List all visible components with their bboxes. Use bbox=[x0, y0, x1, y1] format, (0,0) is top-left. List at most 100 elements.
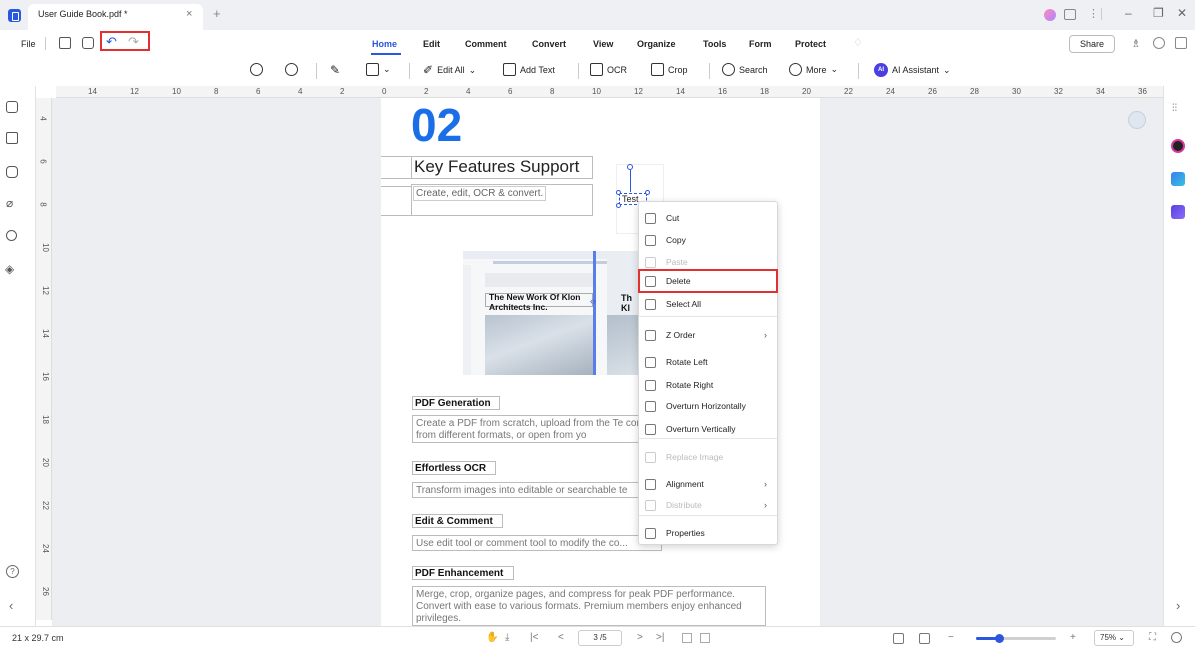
section-title[interactable]: Effortless OCR bbox=[415, 463, 486, 474]
save-icon[interactable] bbox=[59, 37, 71, 49]
new-tab-button[interactable]: + bbox=[213, 6, 221, 21]
tab-convert[interactable]: Convert bbox=[532, 39, 566, 49]
fullscreen-icon[interactable]: ⛶ bbox=[1149, 632, 1156, 643]
select-tool-icon[interactable]: ⤓ bbox=[505, 632, 509, 643]
tab-home[interactable]: Home bbox=[372, 39, 397, 49]
section-body-box[interactable]: Create a PDF from scratch, upload from t… bbox=[412, 415, 642, 443]
more-options-icon[interactable]: ⋮ bbox=[1088, 7, 1099, 20]
thumbnail-panel-icon[interactable] bbox=[6, 101, 18, 113]
print-icon[interactable] bbox=[82, 37, 94, 49]
single-page-icon[interactable] bbox=[682, 633, 692, 643]
last-page-button[interactable]: >| bbox=[656, 632, 664, 643]
zoom-in-small-button[interactable]: + bbox=[1070, 632, 1076, 643]
crop-button[interactable]: Crop bbox=[651, 63, 688, 76]
close-button[interactable]: ✕ bbox=[1177, 6, 1187, 20]
add-text-button[interactable]: Add Text bbox=[503, 63, 555, 76]
selected-text[interactable]: Test bbox=[622, 194, 639, 204]
fit-page-icon[interactable] bbox=[919, 633, 930, 644]
ocr-button[interactable]: OCR bbox=[590, 63, 627, 76]
user-share-icon[interactable]: ♗ bbox=[1131, 37, 1141, 50]
prev-page-button[interactable]: < bbox=[558, 632, 564, 643]
context-menu-label: Select All bbox=[666, 299, 701, 309]
floating-convert-icon[interactable] bbox=[1128, 111, 1146, 129]
bookmark-icon[interactable] bbox=[6, 132, 18, 144]
context-menu-item-overturn-horizontally[interactable]: Overturn Horizontally bbox=[639, 395, 777, 417]
help-icon[interactable]: ? bbox=[6, 565, 19, 578]
context-menu-item-alignment[interactable]: Alignment › bbox=[639, 473, 777, 495]
zoom-slider-handle[interactable] bbox=[995, 634, 1004, 643]
resize-handle[interactable] bbox=[616, 190, 621, 195]
layers-icon[interactable]: ◈ bbox=[5, 262, 14, 276]
edit-all-button[interactable]: ✐ Edit All ⌄ bbox=[423, 63, 476, 77]
first-page-button[interactable]: |< bbox=[530, 632, 538, 643]
check-icon[interactable] bbox=[1171, 205, 1185, 219]
section-body-box[interactable]: Transform images into editable or search… bbox=[412, 482, 642, 498]
attachment-icon[interactable]: ⌀ bbox=[6, 196, 13, 210]
zoom-select[interactable]: 75% ⌄ bbox=[1094, 630, 1134, 646]
ai-chat-icon[interactable] bbox=[1171, 139, 1185, 153]
tab-view[interactable]: View bbox=[593, 39, 613, 49]
section-body-box[interactable]: Merge, crop, organize pages, and compres… bbox=[412, 586, 766, 626]
submenu-arrow-icon: › bbox=[764, 500, 767, 510]
section-title[interactable]: Edit & Comment bbox=[415, 516, 493, 527]
search-icon[interactable] bbox=[6, 230, 17, 241]
cloud-upload-icon[interactable] bbox=[1153, 37, 1165, 49]
feature-title[interactable]: Key Features Support bbox=[414, 157, 579, 177]
tab-close-icon[interactable]: × bbox=[186, 8, 192, 20]
restore-button[interactable]: ❐ bbox=[1153, 6, 1164, 20]
context-menu-item-z-order[interactable]: Z Order › bbox=[639, 324, 777, 346]
collapse-left-icon[interactable]: ‹ bbox=[9, 598, 13, 613]
settings-sliders-icon[interactable]: ⫶⫶ bbox=[1172, 103, 1177, 114]
resize-handle[interactable] bbox=[645, 190, 650, 195]
message-icon[interactable] bbox=[1064, 9, 1076, 20]
context-menu-item-copy[interactable]: Copy bbox=[639, 229, 777, 251]
section-body-box[interactable]: Use edit tool or comment tool to modify … bbox=[412, 535, 662, 551]
avatar[interactable] bbox=[1044, 9, 1056, 21]
section-title[interactable]: PDF Generation bbox=[415, 398, 491, 409]
highlight-tool-button[interactable]: ✎ bbox=[330, 63, 340, 77]
search-button[interactable]: Search bbox=[722, 63, 768, 76]
tab-organize[interactable]: Organize bbox=[637, 39, 676, 49]
section-title[interactable]: PDF Enhancement bbox=[415, 568, 503, 579]
tab-form[interactable]: Form bbox=[749, 39, 772, 49]
tab-protect[interactable]: Protect bbox=[795, 39, 826, 49]
more-button[interactable]: More ⌄ bbox=[789, 63, 838, 76]
feature-subtitle[interactable]: Create, edit, OCR & convert. bbox=[413, 186, 547, 201]
context-menu-item-replace-image[interactable]: Replace Image bbox=[639, 446, 777, 468]
shape-tool-button[interactable]: ⌄ bbox=[366, 63, 391, 76]
context-menu-item-overturn-vertically[interactable]: Overturn Vertically bbox=[639, 418, 777, 440]
split-handle-icon[interactable]: ‹› bbox=[590, 296, 596, 306]
ai-assistant-button[interactable]: AI AI Assistant ⌄ bbox=[874, 63, 951, 77]
redo-icon[interactable]: ↷ bbox=[128, 34, 139, 50]
hand-tool-icon[interactable]: ✋ bbox=[486, 632, 498, 643]
comment-icon[interactable] bbox=[6, 166, 18, 178]
fit-width-icon[interactable] bbox=[893, 633, 904, 644]
tab-comment[interactable]: Comment bbox=[465, 39, 507, 49]
panel-toggle-icon[interactable] bbox=[1175, 37, 1187, 49]
context-menu-item-select-all[interactable]: Select All bbox=[639, 293, 777, 315]
two-page-icon[interactable] bbox=[700, 633, 710, 643]
zoom-in-button[interactable] bbox=[285, 63, 298, 76]
share-button[interactable]: Share bbox=[1069, 35, 1115, 53]
lightbulb-icon[interactable]: ♢ bbox=[853, 36, 863, 49]
tab-tools[interactable]: Tools bbox=[703, 39, 726, 49]
context-menu-item-rotate-left[interactable]: Rotate Left bbox=[639, 351, 777, 373]
resize-handle[interactable] bbox=[616, 203, 621, 208]
undo-icon[interactable]: ↶ bbox=[106, 34, 117, 50]
file-menu[interactable]: File bbox=[21, 39, 36, 49]
next-page-button[interactable]: > bbox=[637, 632, 643, 643]
read-mode-icon[interactable] bbox=[1171, 632, 1182, 643]
translate-icon[interactable] bbox=[1171, 172, 1185, 186]
context-menu-item-cut[interactable]: Cut bbox=[639, 207, 777, 229]
context-menu-item-rotate-right[interactable]: Rotate Right bbox=[639, 374, 777, 396]
tab-edit[interactable]: Edit bbox=[423, 39, 440, 49]
menu-separator bbox=[639, 515, 777, 516]
context-menu-item-distribute[interactable]: Distribute › bbox=[639, 494, 777, 516]
collapse-right-icon[interactable]: › bbox=[1176, 598, 1180, 613]
zoom-out-small-button[interactable]: − bbox=[948, 632, 954, 643]
zoom-out-button[interactable] bbox=[250, 63, 263, 76]
section-number[interactable]: 02 bbox=[411, 98, 462, 152]
minimize-button[interactable]: – bbox=[1125, 6, 1132, 20]
context-menu-item-properties[interactable]: Properties bbox=[639, 522, 777, 544]
page-number-input[interactable]: 3 /5 bbox=[578, 630, 622, 646]
